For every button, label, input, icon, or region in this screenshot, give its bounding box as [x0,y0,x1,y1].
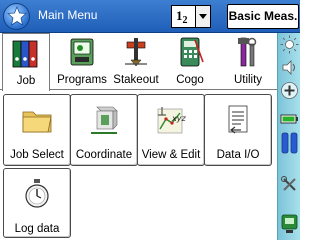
station-icon[interactable] [280,213,299,235]
tab-job[interactable]: Job [2,33,50,91]
stopwatch-icon [25,179,49,208]
volume-icon[interactable] [280,58,299,77]
fraction-dropdown[interactable]: 12 [171,5,211,28]
folder-icon [22,111,52,133]
start-button[interactable] [3,3,30,30]
calculator-icon [180,37,204,67]
window-title: Main Menu [38,8,98,22]
tab-cogo[interactable]: Cogo [170,33,210,90]
sun-icon[interactable] [280,35,299,54]
tab-label: Stakeout [113,74,159,86]
tab-bar: Job Programs Stakeout Cogo Utility [0,33,277,91]
coordinate-button[interactable]: Coordinate [70,94,138,166]
fraction-value: 12 [176,8,188,26]
tab-programs[interactable]: Programs [55,33,109,90]
job-select-button[interactable]: Job Select [3,94,71,166]
data-io-icon [228,105,248,134]
log-data-button[interactable]: Log data [3,168,71,238]
battery-icon[interactable] [280,109,299,128]
chevron-down-icon[interactable] [195,6,210,27]
start-icon [7,6,27,26]
title-bar: Main Menu 12 Basic Meas. [0,0,300,33]
stakeout-icon [125,38,147,67]
view-edit-label: View & Edit [141,149,201,161]
data-io-label: Data I/O [216,149,260,161]
tab-label: Utility [233,74,263,86]
view-edit-button[interactable]: xyz View & Edit [137,94,205,166]
double-battery-icon[interactable] [280,131,299,155]
tools-icon[interactable] [280,175,299,194]
tab-stakeout[interactable]: Stakeout [111,33,161,90]
tab-utility[interactable]: Utility [223,33,273,90]
plus-icon[interactable] [280,81,299,100]
tab-label: Programs [57,74,107,86]
view-edit-icon: xyz [157,107,186,134]
tools-icon [238,37,257,67]
job-panel: Job Select Coordinate xyz View & Edit Da… [0,90,277,240]
programs-icon [70,38,94,66]
log-data-label: Log data [14,223,60,235]
coordinate-label: Coordinate [75,149,133,161]
data-io-button[interactable]: Data I/O [204,94,272,166]
binders-icon [12,40,38,68]
tab-label: Job [16,75,36,87]
coordinate-icon [91,106,118,134]
tab-label: Cogo [176,74,204,86]
side-toolbar [277,33,300,240]
basic-meas-button[interactable]: Basic Meas. [227,4,299,29]
job-select-label: Job Select [10,149,64,161]
svg-text:xyz: xyz [171,114,186,123]
